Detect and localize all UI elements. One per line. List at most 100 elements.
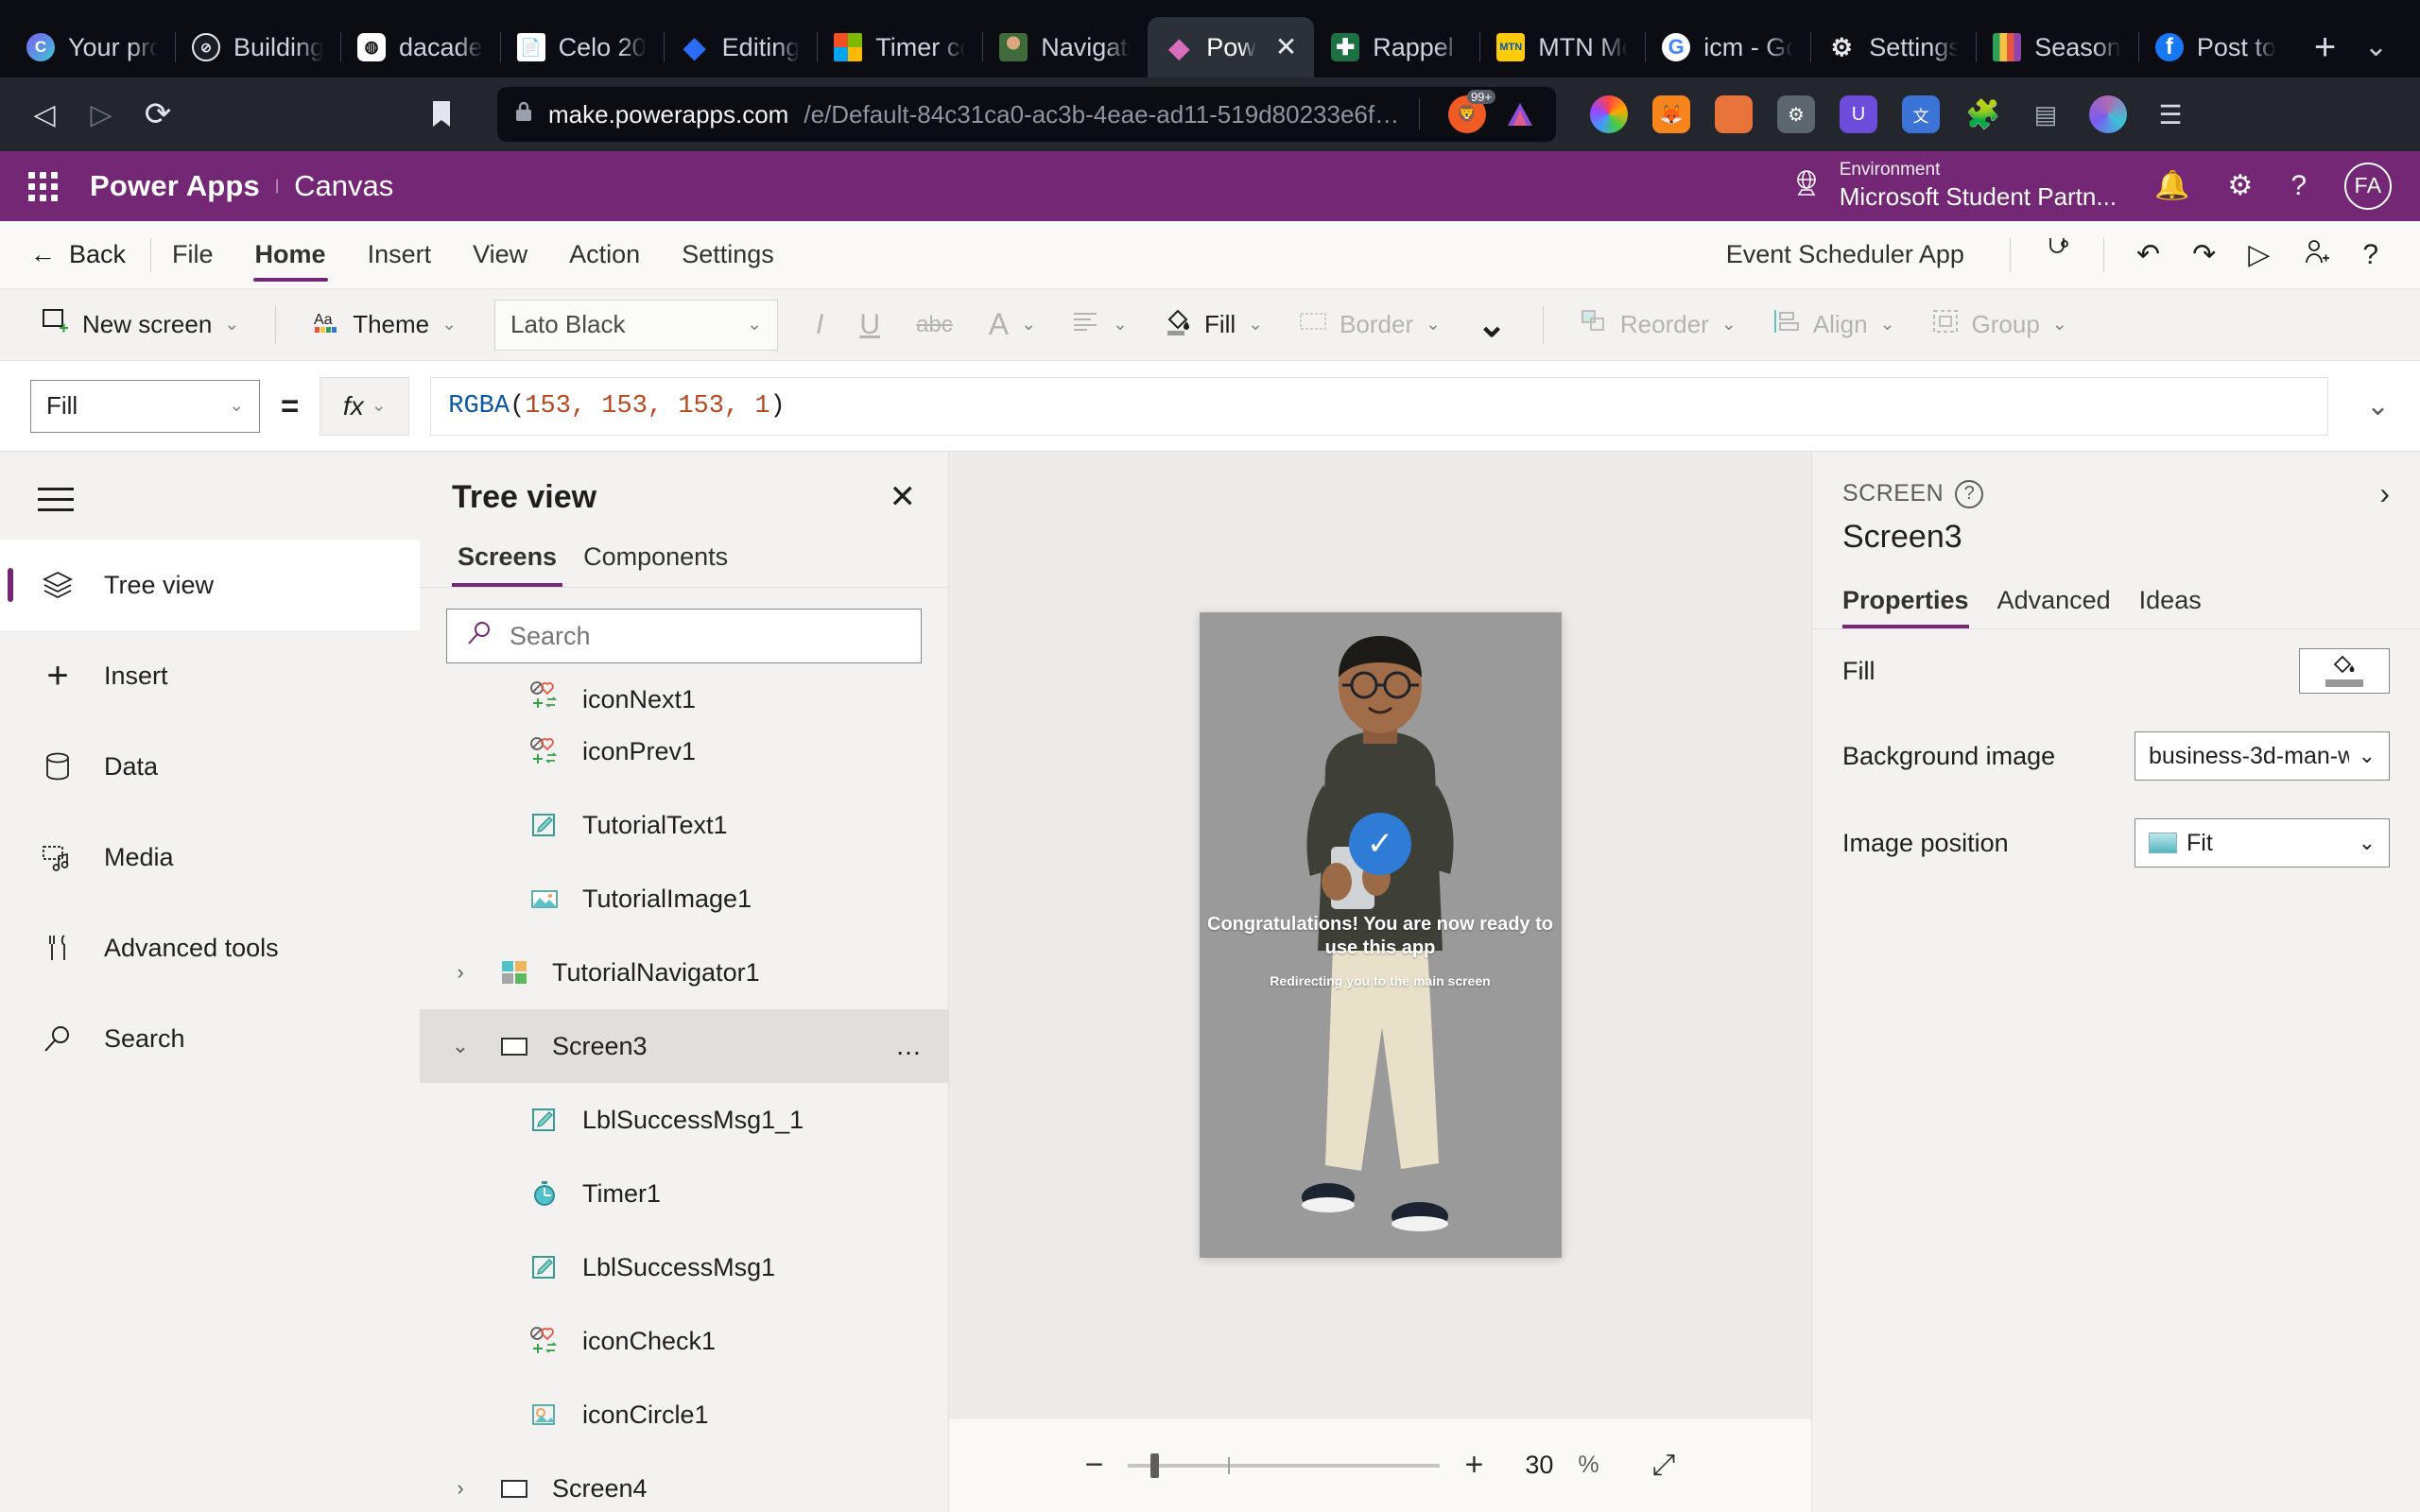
fill-button[interactable]: Fill ⌄ <box>1150 299 1276 351</box>
formula-expand-icon[interactable]: ⌄ <box>2349 389 2390 422</box>
tab-file[interactable]: File <box>151 221 234 289</box>
browser-tab[interactable]: 📄 Celo 20 <box>499 17 664 77</box>
tab-properties[interactable]: Properties <box>1842 586 1969 628</box>
menu-icon[interactable] <box>0 452 420 540</box>
background-image-select[interactable]: business-3d-man-wi... ⌄ <box>2135 731 2390 781</box>
help-icon[interactable]: ? <box>2362 239 2378 271</box>
browser-tab[interactable]: C Your pro <box>9 17 175 77</box>
tree-caret[interactable]: ⌄ <box>444 1034 476 1058</box>
fx-button[interactable]: fx ⌄ <box>320 376 410 436</box>
tree-node-menu-icon[interactable]: … <box>895 1031 925 1061</box>
tab-view[interactable]: View <box>452 221 548 289</box>
tab-home[interactable]: Home <box>234 221 347 289</box>
new-tab-button[interactable]: + <box>2293 17 2357 77</box>
back-button[interactable]: ← Back <box>30 240 150 269</box>
preview-play-icon[interactable]: ▷ <box>2248 238 2270 271</box>
wallet-icon[interactable]: ▤ <box>2027 95 2065 133</box>
tree-node[interactable]: iconCircle1 <box>420 1378 948 1452</box>
new-screen-button[interactable]: New screen ⌄ <box>28 300 252 350</box>
environment-selector[interactable]: Environment Microsoft Student Partn... <box>1790 159 2117 214</box>
image-position-select[interactable]: Fit ⌄ <box>2135 818 2390 868</box>
address-bar[interactable]: make.powerapps.com /e/Default-84c31ca0-a… <box>497 87 1556 142</box>
sidebar-item-data[interactable]: Data <box>0 721 420 812</box>
tab-screens[interactable]: Screens <box>452 539 563 587</box>
zoom-out-icon[interactable]: − <box>1085 1447 1104 1484</box>
tree-node[interactable]: TutorialImage1 <box>420 862 948 936</box>
formula-input[interactable]: RGBA(153, 153, 153, 1) <box>430 376 2328 436</box>
sidebar-item-media[interactable]: Media <box>0 812 420 902</box>
bookmark-icon[interactable] <box>416 89 467 140</box>
align-button[interactable]: ⌄ <box>1059 302 1141 347</box>
reorder-button[interactable]: Reorder ⌄ <box>1566 301 1750 349</box>
avatar[interactable]: FA <box>2344 162 2392 210</box>
settings-gear-icon[interactable]: ⚙ <box>1777 95 1815 133</box>
profile-icon[interactable] <box>2089 95 2127 133</box>
settings-gear-icon[interactable]: ⚙ <box>2227 169 2253 202</box>
forward-icon[interactable]: ▷ <box>76 89 127 140</box>
sidebar-item-search[interactable]: Search <box>0 993 420 1084</box>
brave-shields-icon[interactable]: 🦁 99+ <box>1448 90 1495 133</box>
tree-node[interactable]: iconNext1 <box>420 675 948 714</box>
browser-tab[interactable]: Navigate <box>982 17 1148 77</box>
puzzle-icon[interactable]: 🧩 <box>1964 95 2002 133</box>
tree-node[interactable]: LblSuccessMsg1 <box>420 1230 948 1304</box>
undo-icon[interactable]: ↶ <box>2136 238 2160 271</box>
zoom-in-icon[interactable]: + <box>1464 1447 1483 1484</box>
sidebar-item-insert[interactable]: + Insert <box>0 630 420 721</box>
triangle-icon[interactable] <box>1501 95 1539 133</box>
border-button[interactable]: Border ⌄ <box>1286 302 1454 347</box>
metamask-icon[interactable]: 🦊 <box>1652 95 1690 133</box>
close-tab-icon[interactable]: ✕ <box>1275 34 1297 60</box>
tree-node[interactable]: iconCheck1 <box>420 1304 948 1378</box>
fit-to-screen-icon[interactable]: ⤢ <box>1652 1448 1676 1483</box>
tree-caret[interactable]: › <box>444 960 476 985</box>
property-select[interactable]: Fill ⌄ <box>30 379 260 433</box>
tree-node[interactable]: TutorialText1 <box>420 788 948 862</box>
share-user-icon[interactable] <box>2302 237 2330 273</box>
underline-button[interactable]: U <box>846 301 893 349</box>
sidebar-item-advanced-tools[interactable]: Advanced tools <box>0 902 420 993</box>
group-button[interactable]: Group ⌄ <box>1918 301 2081 349</box>
tree-node[interactable]: LblSuccessMsg1_1 <box>420 1083 948 1157</box>
theme-button[interactable]: Aa Theme ⌄ <box>299 300 470 350</box>
app-launcher-icon[interactable] <box>28 171 58 201</box>
tree-node[interactable]: Timer1 <box>420 1157 948 1230</box>
search-input[interactable] <box>510 621 902 651</box>
strikethrough-button[interactable]: abc <box>903 304 966 346</box>
reload-icon[interactable]: ⟳ <box>132 89 183 140</box>
tree-node-selected[interactable]: ⌄ Screen3 … <box>420 1009 948 1083</box>
help-icon[interactable]: ? <box>1955 479 1984 508</box>
notifications-bell-icon[interactable]: 🔔 <box>2154 169 2189 202</box>
browser-menu-icon[interactable]: ☰ <box>2152 95 2189 133</box>
tab-insert[interactable]: Insert <box>347 221 453 289</box>
app-checker-icon[interactable] <box>2043 235 2071 275</box>
orange-square-icon[interactable] <box>1715 95 1753 133</box>
app-screen-preview[interactable]: ✓ Congratulations! You are now ready to … <box>1199 611 1562 1258</box>
font-select[interactable]: Lato Black ⌄ <box>494 299 779 351</box>
browser-tab[interactable]: ⚙ Settings <box>1810 17 1976 77</box>
tree-search-box[interactable] <box>446 609 922 663</box>
browser-tab[interactable]: ◆ Editing <box>663 17 818 77</box>
tab-components[interactable]: Components <box>578 539 734 587</box>
fill-color-swatch-button[interactable] <box>2299 648 2390 694</box>
zoom-slider[interactable] <box>1128 1452 1441 1478</box>
tab-advanced[interactable]: Advanced <box>1997 586 2111 628</box>
browser-tab[interactable]: ✚ Rappel - <box>1314 17 1479 77</box>
redo-icon[interactable]: ↷ <box>2192 238 2216 271</box>
back-icon[interactable]: ◁ <box>19 89 70 140</box>
u-extension-icon[interactable]: U <box>1840 95 1877 133</box>
tree-caret[interactable]: › <box>444 1476 476 1501</box>
tab-list-chevron-icon[interactable]: ⌄ <box>2364 17 2411 77</box>
tree-node[interactable]: › Screen4 <box>420 1452 948 1512</box>
browser-tab[interactable]: f Post to <box>2137 17 2293 77</box>
sidebar-item-tree-view[interactable]: Tree view <box>0 540 420 630</box>
browser-tab[interactable]: ◍ dacade <box>340 17 500 77</box>
help-icon[interactable]: ? <box>2290 170 2307 202</box>
browser-tab[interactable]: ⊘ Building <box>175 17 340 77</box>
colors-icon[interactable] <box>1590 95 1628 133</box>
tree-node[interactable]: iconPrev1 <box>420 714 948 788</box>
translate-icon[interactable]: 文 <box>1902 95 1940 133</box>
close-icon[interactable]: ✕ <box>890 478 917 516</box>
browser-tab[interactable]: G icm - Go <box>1645 17 1810 77</box>
tab-settings[interactable]: Settings <box>661 221 795 289</box>
